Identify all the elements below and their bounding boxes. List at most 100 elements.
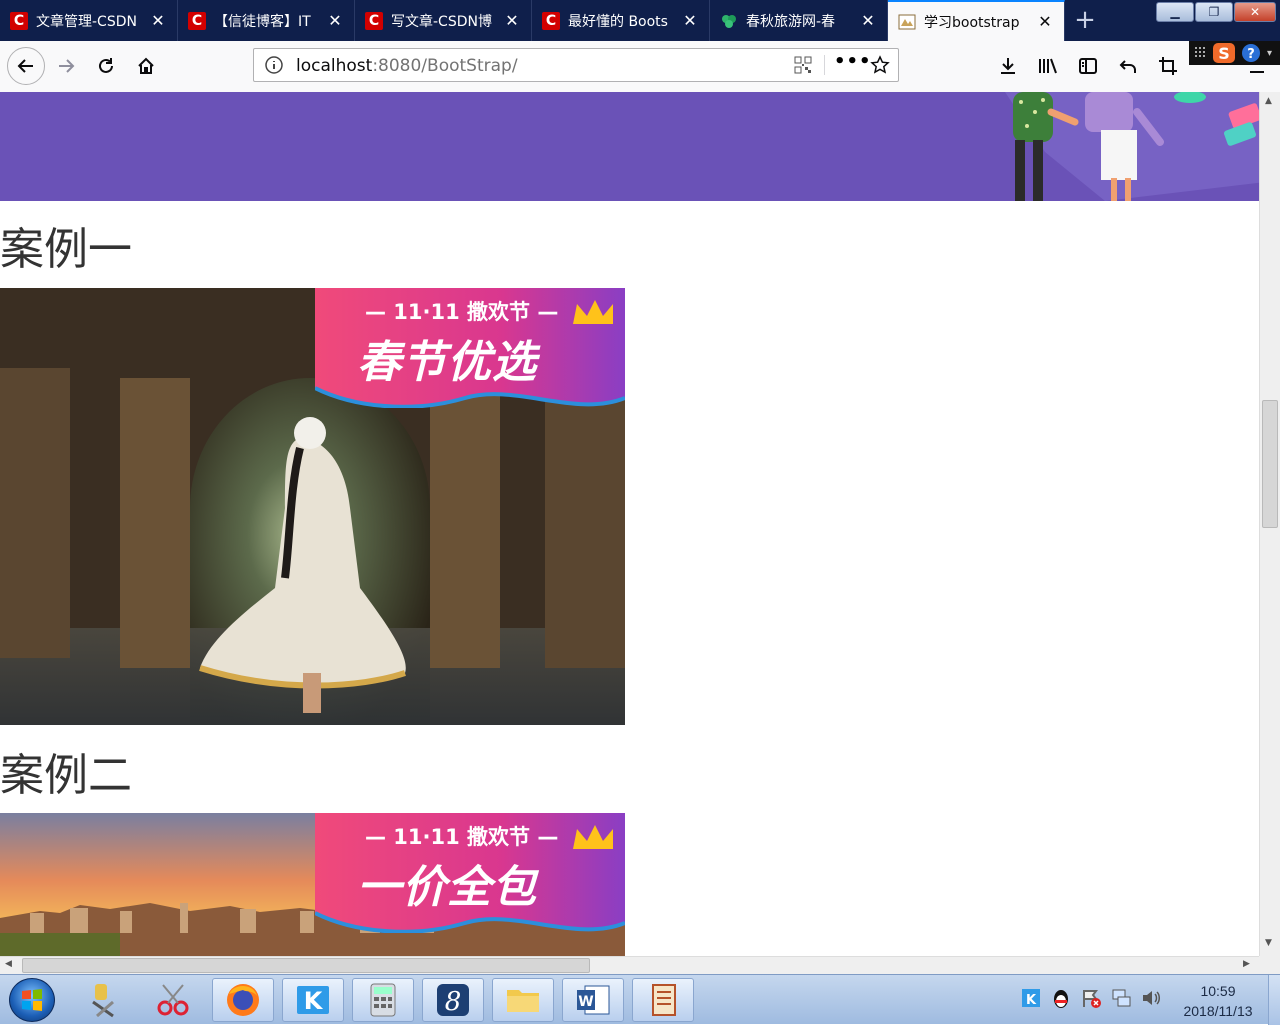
scroll-down-arrow-icon[interactable]: ▼ (1265, 938, 1272, 948)
scroll-up-arrow-icon[interactable]: ▲ (1265, 96, 1272, 106)
taskbar-word[interactable]: W (562, 978, 624, 1022)
word-icon: W (577, 985, 610, 1015)
sogou-logo-icon: S (1213, 43, 1235, 63)
notebook-icon (652, 984, 676, 1016)
csdn-logo-icon: C (10, 11, 28, 30)
minimize-button[interactable]: ▁ (1156, 2, 1194, 22)
clock-date: 2018/11/13 (1183, 1003, 1253, 1019)
tab-strip: C 文章管理-CSDN ✕ C 【信徒博客】IT ✕ C 写文章-CSDN博 ✕… (0, 0, 1280, 41)
eight-app-icon: 8 (437, 984, 469, 1017)
close-icon[interactable]: ✕ (1034, 12, 1056, 31)
taskbar-calculator[interactable] (352, 978, 414, 1022)
show-desktop-button[interactable] (1268, 975, 1280, 1025)
home-button[interactable] (129, 49, 163, 83)
restore-button[interactable]: ❐ (1195, 2, 1233, 22)
downloads-button[interactable] (991, 49, 1025, 83)
calculator-icon (370, 983, 396, 1017)
grip-icon (1195, 47, 1205, 57)
close-icon[interactable]: ✕ (857, 11, 879, 30)
svg-text:8: 8 (445, 987, 462, 1017)
case-two-heading: 案例二 (0, 750, 132, 801)
tab-learn-bootstrap[interactable]: 学习bootstrap ✕ (888, 0, 1065, 41)
promo-badge: — 11·11 撒欢节 — 春节优选 (315, 288, 625, 408)
new-tab-button[interactable]: + (1070, 6, 1100, 36)
taskbar-snipping-tool[interactable] (142, 978, 204, 1022)
qr-code-icon[interactable] (794, 56, 812, 74)
volume-icon[interactable] (1140, 987, 1162, 1009)
forward-button[interactable] (49, 49, 83, 83)
undo-button[interactable] (1111, 49, 1145, 83)
windows-taskbar: K 8 W K 10:59 2018/11/13 (0, 974, 1280, 1025)
sogou-input-toolbar[interactable]: S ? ▾ (1189, 41, 1280, 65)
chevron-down-icon[interactable]: ▾ (1267, 48, 1272, 59)
network-icon[interactable] (1110, 987, 1132, 1009)
help-icon[interactable]: ? (1241, 43, 1261, 63)
vertical-scroll-thumb[interactable] (1262, 400, 1278, 528)
horizontal-scrollbar[interactable]: ◀ ▶ (0, 956, 1259, 974)
url-text[interactable]: localhost:8080/BootStrap/ (296, 56, 518, 76)
flag-error-icon[interactable] (1080, 987, 1102, 1009)
taskbar-tools-app[interactable] (72, 978, 134, 1022)
promo-title: 春节优选 (357, 337, 537, 388)
tab-spring-autumn-travel[interactable]: 春秋旅游网-春 ✕ (710, 0, 888, 41)
taskbar-notes-app[interactable] (632, 978, 694, 1022)
arrow-right-icon (59, 59, 75, 73)
tab-title: 【信徒博客】IT (214, 13, 311, 30)
navigation-toolbar: localhost:8080/BootStrap/ ••• (0, 41, 1280, 93)
scrollbar-corner (1259, 956, 1280, 974)
horizontal-scroll-thumb[interactable] (22, 958, 590, 973)
taskbar-k-app[interactable]: K (282, 978, 344, 1022)
library-button[interactable] (1031, 49, 1065, 83)
start-button[interactable] (9, 978, 55, 1022)
page-viewport[interactable]: 案例一 — 11·11 撒欢节 — 春节优选 案例二 — 11·11 撒欢节 —… (0, 92, 1259, 956)
k-tray-icon[interactable]: K (1020, 987, 1042, 1009)
close-icon[interactable]: ✕ (147, 11, 169, 30)
vertical-scrollbar[interactable]: ▲ ▼ (1259, 92, 1280, 956)
tab-xintu-blog[interactable]: C 【信徒博客】IT ✕ (178, 0, 355, 41)
tab-title: 写文章-CSDN博 (391, 13, 492, 30)
window-close-button[interactable]: ✕ (1234, 2, 1276, 22)
case-one-heading: 案例一 (0, 224, 132, 275)
firefox-icon (227, 984, 259, 1016)
case-two-image: — 11·11 撒欢节 — 一价全包 (0, 813, 625, 956)
qq-penguin-icon[interactable] (1050, 987, 1072, 1009)
undo-icon (1119, 60, 1136, 73)
clock[interactable]: 10:59 2018/11/13 (1172, 981, 1264, 1021)
svg-text:S: S (1218, 44, 1230, 63)
page-actions-icon[interactable]: ••• (834, 51, 872, 72)
svg-text:W: W (578, 994, 593, 1010)
close-icon[interactable]: ✕ (679, 11, 701, 30)
bookmark-star-icon[interactable] (870, 55, 890, 75)
taskbar-eclipse[interactable]: 8 (422, 978, 484, 1022)
crop-icon (1159, 57, 1177, 75)
library-icon (1039, 58, 1057, 74)
scroll-right-arrow-icon[interactable]: ▶ (1243, 959, 1250, 969)
window-controls: ▁ ❐ ✕ (1156, 2, 1277, 22)
promo-subtitle: — 11·11 撒欢节 — (365, 825, 559, 849)
case-one-image: — 11·11 撒欢节 — 春节优选 (0, 288, 625, 725)
tab-bootstrap-article[interactable]: C 最好懂的 Boots ✕ (532, 0, 710, 41)
close-icon[interactable]: ✕ (324, 11, 346, 30)
database-tools-icon (92, 984, 114, 1018)
svg-text:?: ? (1247, 47, 1255, 62)
reload-button[interactable] (89, 49, 123, 83)
sidebar-icon (1079, 58, 1097, 74)
tab-title: 春秋旅游网-春 (746, 13, 836, 30)
scroll-left-arrow-icon[interactable]: ◀ (5, 959, 12, 969)
header-banner (0, 92, 1259, 201)
tab-csdn-article-manage[interactable]: C 文章管理-CSDN ✕ (0, 0, 178, 41)
page-image-icon (898, 14, 916, 29)
url-path: :8080/BootStrap/ (372, 56, 518, 76)
tab-csdn-write[interactable]: C 写文章-CSDN博 ✕ (355, 0, 532, 41)
back-button[interactable] (7, 47, 45, 85)
taskbar-firefox[interactable] (212, 978, 274, 1022)
url-separator (824, 55, 825, 75)
url-bar[interactable]: localhost:8080/BootStrap/ ••• (253, 48, 899, 82)
scissors-icon (157, 984, 189, 1016)
close-icon[interactable]: ✕ (501, 11, 523, 30)
taskbar-file-explorer[interactable] (492, 978, 554, 1022)
csdn-logo-icon: C (542, 11, 560, 30)
screenshot-button[interactable] (1151, 49, 1185, 83)
info-icon[interactable] (264, 55, 284, 75)
sidebar-button[interactable] (1071, 49, 1105, 83)
